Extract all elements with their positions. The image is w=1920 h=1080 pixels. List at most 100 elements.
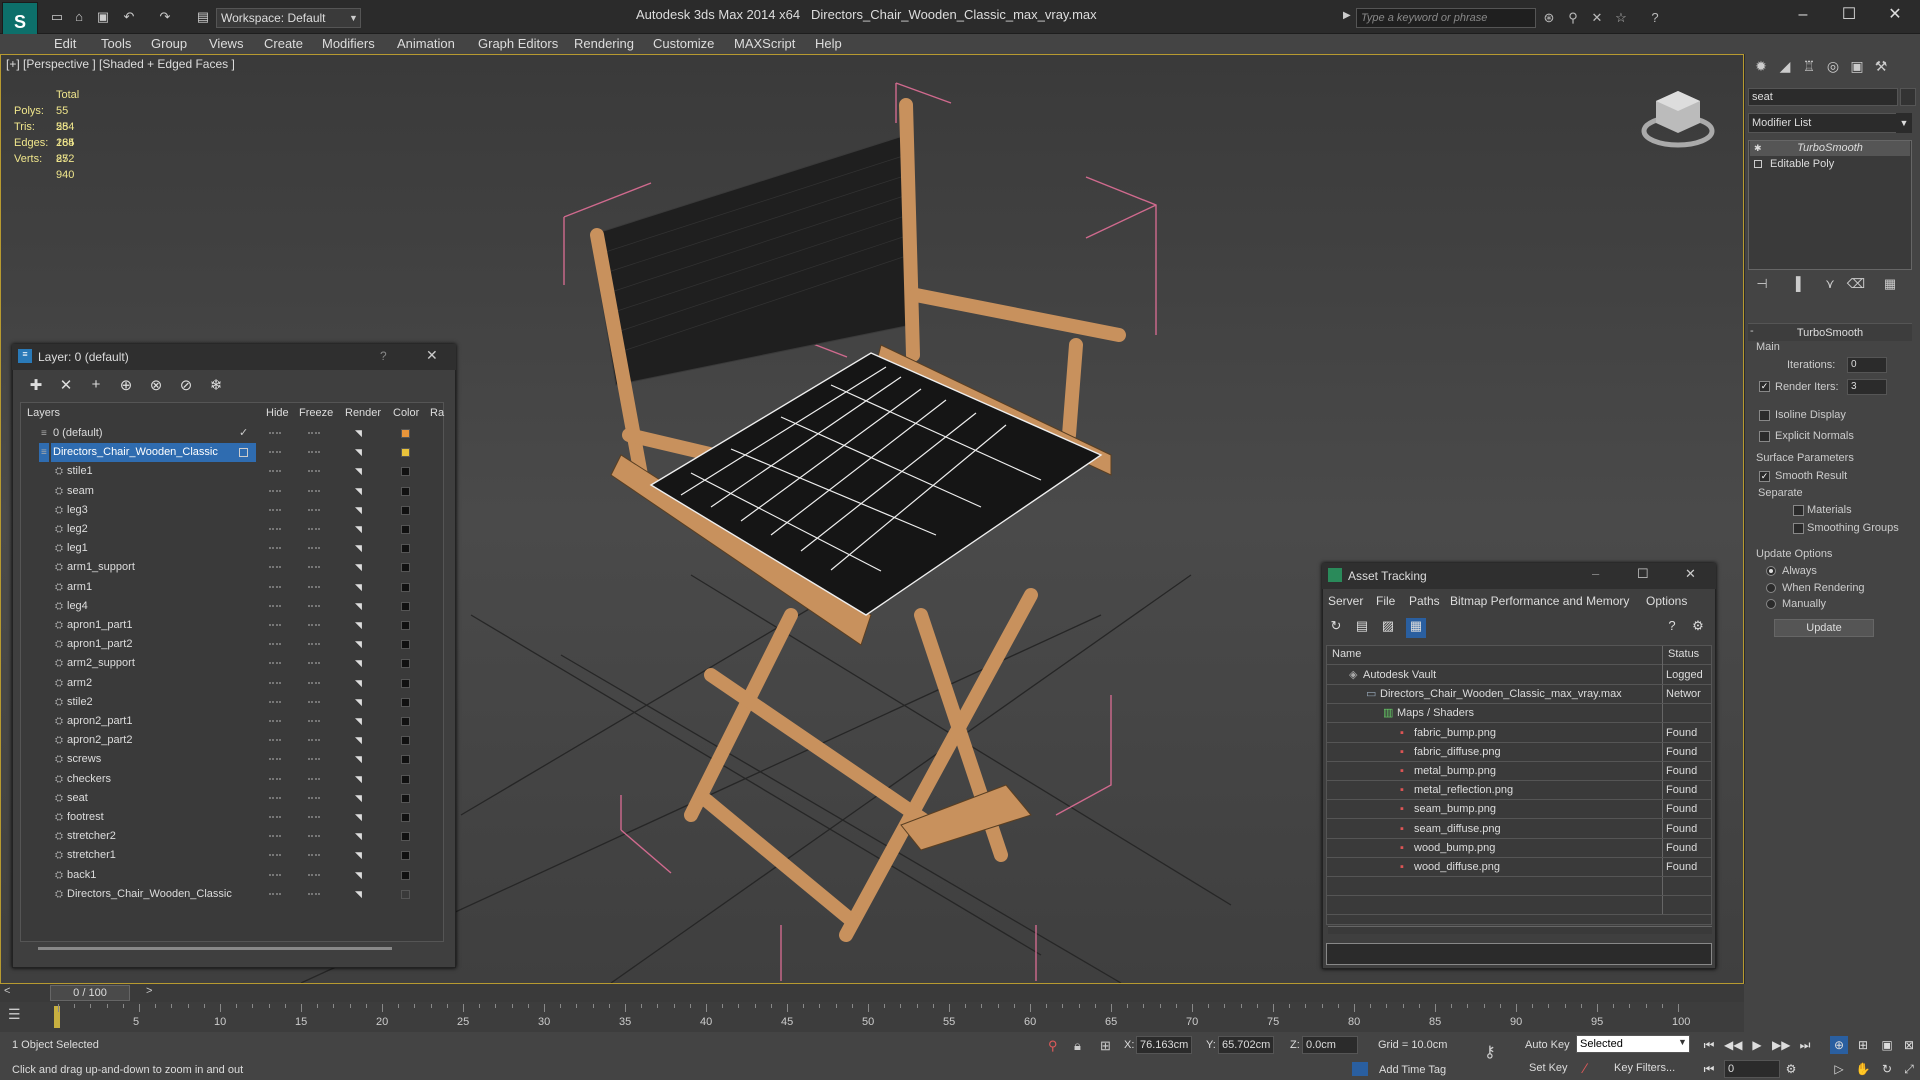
layer-name[interactable]: apron1_part2 [65, 635, 134, 654]
viewcube-icon[interactable] [1640, 87, 1716, 151]
help-button[interactable]: ? [380, 349, 387, 363]
layer-name[interactable]: footrest [65, 808, 106, 827]
asset-menu-server[interactable]: Server [1328, 594, 1363, 608]
layer-color-swatch[interactable] [401, 601, 410, 611]
render-teapot-icon[interactable]: ◥ [355, 717, 365, 726]
smooth-result-checkbox[interactable]: ✓ [1759, 471, 1770, 482]
layer-name[interactable]: apron2_part1 [65, 712, 134, 731]
hide-toggle[interactable] [269, 854, 281, 857]
hierarchy-tab-icon[interactable]: ♖ [1797, 58, 1821, 78]
layer-row[interactable]: ⛭ footrest ◥ [21, 808, 443, 827]
layer-name[interactable]: checkers [65, 770, 113, 789]
freeze-toggle[interactable] [308, 835, 320, 838]
maximize-icon[interactable]: ☐ [1637, 566, 1649, 582]
freeze-toggle[interactable] [308, 566, 320, 569]
layer-row[interactable]: ⛭ stretcher1 ◥ [21, 846, 443, 865]
stack-item-editable-poly[interactable]: Editable Poly [1750, 157, 1910, 172]
layer-row[interactable]: ⛭ leg2 ◥ [21, 520, 443, 539]
mini-curve-editor-icon[interactable]: ☰ [8, 1006, 32, 1026]
freeze-toggle[interactable] [308, 528, 320, 530]
column-header[interactable]: Layers [27, 403, 60, 423]
render-teapot-icon[interactable]: ◥ [355, 429, 365, 438]
freeze-toggle[interactable] [308, 720, 320, 722]
close-icon[interactable]: ✕ [426, 347, 438, 364]
layer-color-swatch[interactable] [401, 697, 410, 707]
freeze-toggle[interactable] [308, 758, 320, 761]
frame-indicator[interactable]: 0 / 100 [50, 985, 130, 1001]
asset-menu-bitmap[interactable]: Bitmap Performance and Memory [1450, 594, 1629, 608]
freeze-toggle[interactable] [308, 508, 320, 511]
hide-toggle[interactable] [269, 892, 281, 895]
communication-icon[interactable]: ✕ [1588, 9, 1606, 27]
layer-name[interactable]: stretcher1 [65, 846, 118, 865]
asset-row[interactable]: ▪ fabric_diffuse.png Found [1327, 743, 1711, 762]
when-rendering-radio[interactable] [1766, 583, 1776, 593]
asset-row[interactable]: ▪ seam_diffuse.png Found [1327, 820, 1711, 839]
layer-name[interactable]: leg1 [65, 539, 90, 558]
asset-menu-file[interactable]: File [1376, 594, 1395, 608]
layer-row[interactable]: ⛭ screws ◥ [21, 750, 443, 769]
close-icon[interactable]: ✕ [1872, 0, 1918, 30]
asset-path-field[interactable] [1326, 943, 1712, 965]
layer-name[interactable]: stretcher2 [65, 827, 118, 846]
hide-toggle[interactable] [269, 643, 281, 646]
render-teapot-icon[interactable]: ◥ [355, 525, 365, 534]
render-teapot-icon[interactable]: ◥ [355, 601, 365, 610]
render-teapot-icon[interactable]: ◥ [355, 736, 365, 745]
freeze-toggle[interactable] [308, 662, 320, 665]
column-header[interactable]: Freeze [299, 403, 333, 423]
freeze-toggle[interactable] [308, 777, 320, 780]
layer-name[interactable]: leg3 [65, 501, 90, 520]
freeze-toggle[interactable] [308, 796, 320, 799]
layer-row[interactable]: ≡ 0 (default) ✓ ◥ [21, 424, 443, 443]
layer-name[interactable]: stile1 [65, 462, 95, 481]
object-color-swatch[interactable] [1900, 88, 1916, 106]
layer-color-swatch[interactable] [401, 448, 410, 458]
layer-color-swatch[interactable] [401, 544, 410, 554]
asset-row[interactable]: ▪ wood_bump.png Found [1327, 839, 1711, 858]
menu-customize[interactable]: Customize [653, 34, 714, 54]
menu-animation[interactable]: Animation [397, 34, 455, 54]
hide-toggle[interactable] [269, 720, 281, 722]
iterations-spinner[interactable]: 0 [1847, 357, 1887, 373]
set-key-button[interactable]: Set Key [1529, 1062, 1568, 1074]
asset-row[interactable]: ▪ metal_bump.png Found [1327, 762, 1711, 781]
maximize-icon[interactable]: ☐ [1826, 0, 1872, 30]
layer-row[interactable]: ⛭ apron2_part1 ◥ [21, 712, 443, 731]
hide-toggle[interactable] [269, 432, 281, 434]
hide-toggle[interactable] [269, 585, 281, 588]
delete-layer-icon[interactable]: ✕ [54, 376, 78, 396]
column-header[interactable]: Render [345, 403, 381, 423]
hide-toggle[interactable] [269, 662, 281, 665]
turbosmooth-rollout-header[interactable]: TurboSmooth [1748, 323, 1912, 341]
freeze-toggle[interactable] [308, 854, 320, 857]
layer-row[interactable]: ⛭ stile1 ◥ [21, 462, 443, 481]
asset-menu-paths[interactable]: Paths [1409, 594, 1440, 608]
freeze-toggle[interactable] [308, 739, 320, 742]
column-header[interactable]: Name [1332, 648, 1361, 660]
menu-help[interactable]: Help [815, 34, 842, 54]
menu-maxscript[interactable]: MAXScript [734, 34, 795, 54]
minimize-icon[interactable]: – [1780, 0, 1826, 30]
list-view-icon[interactable]: ▤ [1352, 618, 1372, 638]
layer-name[interactable]: apron1_part1 [65, 616, 134, 635]
layer-color-swatch[interactable] [401, 755, 410, 765]
freeze-toggle[interactable] [308, 624, 320, 626]
layer-name[interactable]: Directors_Chair_Wooden_Classic [65, 885, 234, 904]
layer-row[interactable]: ⛭ checkers ◥ [21, 770, 443, 789]
hide-toggle[interactable] [269, 873, 281, 876]
orbit-icon[interactable]: ↻ [1878, 1060, 1896, 1078]
menu-tools[interactable]: Tools [101, 34, 131, 54]
hide-toggle[interactable] [269, 489, 281, 492]
layer-row[interactable]: ⛭ seam ◥ [21, 482, 443, 501]
create-tab-icon[interactable]: ✹ [1749, 58, 1773, 78]
configure-modifier-sets-icon[interactable]: ▦ [1880, 276, 1900, 294]
show-end-result-icon[interactable]: ▐ [1786, 276, 1806, 294]
z-coordinate-field[interactable]: 0.0cm [1302, 1036, 1358, 1054]
render-teapot-icon[interactable]: ◥ [355, 851, 365, 860]
time-slider-next-icon[interactable]: > [146, 985, 152, 997]
isolate-icon[interactable]: ⚲ [1048, 1038, 1058, 1054]
hide-toggle[interactable] [269, 470, 281, 473]
freeze-toggle[interactable] [308, 547, 320, 550]
hide-toggle[interactable] [269, 566, 281, 569]
